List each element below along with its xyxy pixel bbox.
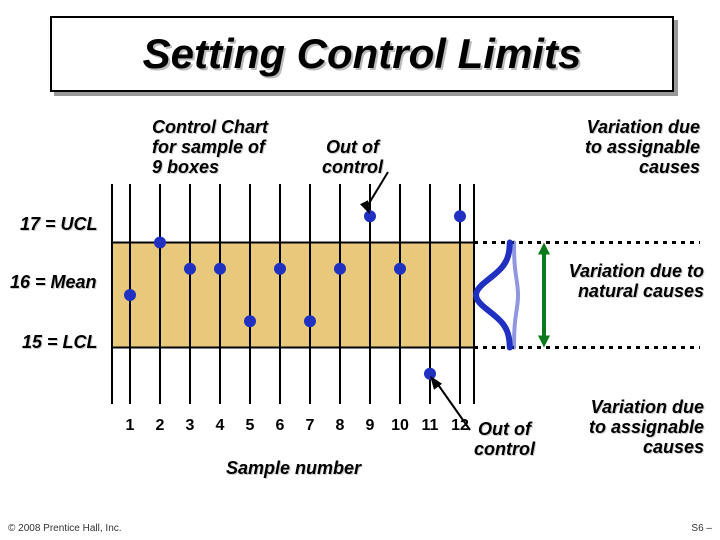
svg-text:12: 12 — [451, 417, 469, 434]
ucl-label: 17 = UCL — [20, 214, 98, 235]
assignable-causes-top: Variation due to assignable causes — [530, 118, 700, 177]
svg-text:11: 11 — [422, 417, 439, 434]
svg-text:5: 5 — [246, 417, 255, 434]
svg-text:9: 9 — [366, 417, 375, 434]
svg-text:3: 3 — [186, 417, 195, 434]
svg-text:2: 2 — [156, 417, 165, 434]
svg-text:6: 6 — [276, 417, 285, 434]
assignable-causes-bottom: Variation due to assignable causes — [552, 398, 704, 457]
copyright: © 2008 Prentice Hall, Inc. — [8, 523, 122, 534]
out-of-control-label-bottom: Out of control — [474, 420, 535, 460]
mean-label: 16 = Mean — [10, 272, 97, 293]
lcl-label: 15 = LCL — [22, 332, 98, 353]
chart-caption: Control Chart for sample of 9 boxes — [152, 118, 268, 177]
svg-text:4: 4 — [216, 417, 225, 434]
svg-text:7: 7 — [306, 417, 315, 434]
svg-text:1: 1 — [126, 417, 135, 434]
page-number: S6 – — [691, 523, 712, 534]
x-axis-label: Sample number — [226, 458, 361, 479]
out-of-control-label-top: Out of control — [322, 138, 383, 178]
natural-causes-label: Variation due to natural causes — [528, 262, 704, 302]
svg-text:10: 10 — [391, 417, 409, 434]
svg-text:8: 8 — [336, 417, 345, 434]
